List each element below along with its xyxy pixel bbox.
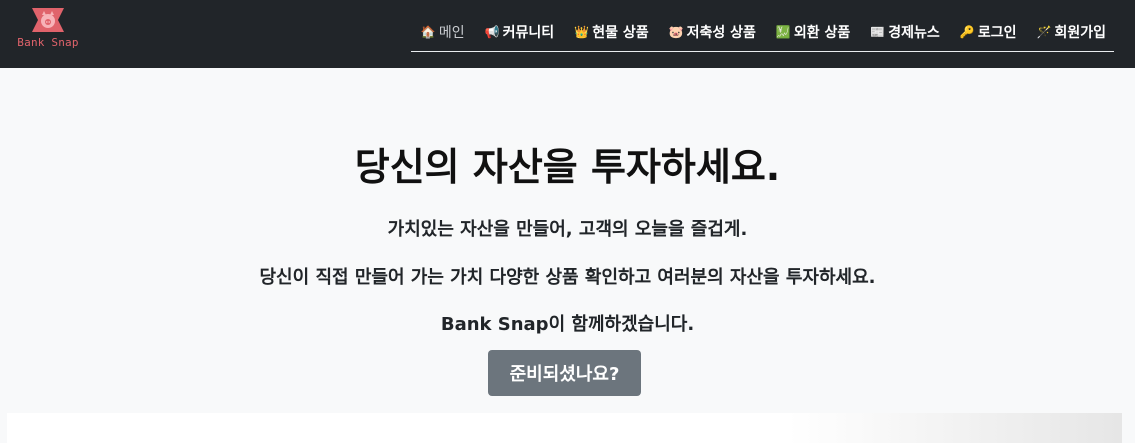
pig-logo-icon [32,8,64,32]
nav-item-economy-news[interactable]: 📰 경제뉴스 [860,22,950,42]
nav-item-label: 현물 상품 [592,25,649,41]
chart-up-icon: 💹 [775,24,791,39]
key-icon: 🔑 [959,24,975,39]
nav-item-login[interactable]: 🔑 로그인 [950,22,1027,42]
wand-icon: 🪄 [1036,24,1052,39]
nav-item-label: 메인 [438,25,465,41]
nav-item-fx-products[interactable]: 💹 외환 상품 [766,22,860,42]
nav-menu: 🏠 메인 📢 커뮤니티 👑 현물 상품 🐷 저축성 상품 💹 외환 상품 📰 경… [410,15,1114,52]
nav-item-label: 저축성 상품 [686,25,756,41]
brand-name: Bank Snap [17,36,79,49]
pig-icon: 🐷 [668,24,684,39]
nav-item-community[interactable]: 📢 커뮤니티 [475,22,565,42]
hero-title: 당신의 자산을 투자하세요. [354,145,781,189]
nav-item-main[interactable]: 🏠 메인 [411,22,475,42]
nav-item-label: 외환 상품 [793,25,851,41]
nav-item-savings-products[interactable]: 🐷 저축성 상품 [659,22,766,42]
nav-item-label: 회원가입 [1054,25,1106,41]
get-started-button[interactable]: 준비되셨나요? [488,350,641,396]
newspaper-icon: 📰 [870,24,886,39]
nav-item-label: 로그인 [977,25,1017,41]
brand-logo[interactable]: Bank Snap [12,6,84,58]
nav-item-label: 경제뉴스 [888,25,940,41]
crown-icon: 👑 [574,24,590,39]
hero-line-3: Bank Snap이 함께하겠습니다. [440,314,695,335]
nav-item-signup[interactable]: 🪄 회원가입 [1026,22,1114,42]
navbar: Bank Snap 🏠 메인 📢 커뮤니티 👑 현물 상품 🐷 저축성 상품 💹… [0,0,1135,68]
nav-item-spot-products[interactable]: 👑 현물 상품 [564,22,658,42]
nav-item-label: 커뮤니티 [502,25,555,41]
hero-line-1: 가치있는 자산을 만들어, 고객의 오늘을 즐겁게. [387,219,748,240]
house-icon: 🏠 [420,24,436,39]
megaphone-icon: 📢 [484,24,500,39]
hero-line-2: 당신이 직접 만들어 가는 가치 다양한 상품 확인하고 여러분의 자산을 투자… [259,267,876,288]
content-banner [7,413,1122,443]
